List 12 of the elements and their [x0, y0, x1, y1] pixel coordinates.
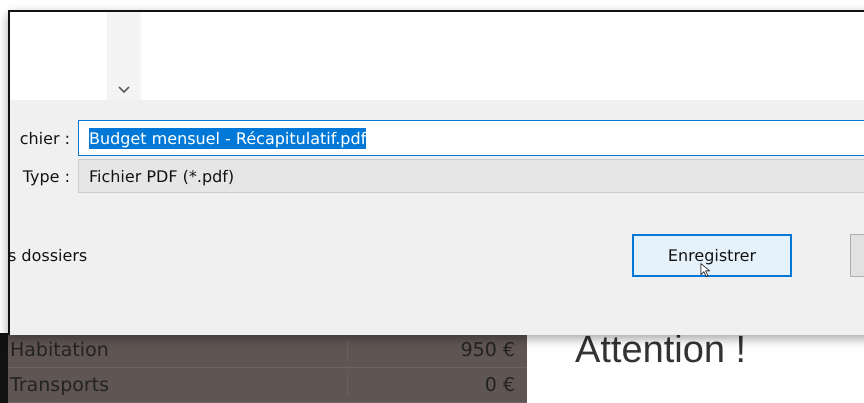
type-label: Type :: [22, 166, 70, 186]
filename-label: chier :: [18, 128, 70, 148]
table-cell: Habitation: [8, 339, 348, 361]
table-cell-text: 950 €: [460, 339, 516, 361]
filename-field[interactable]: Budget mensuel - Récapitulatif.pdf: [78, 120, 864, 156]
file-type-dropdown[interactable]: Fichier PDF (*.pdf): [78, 159, 864, 193]
table-cell-text: 0 €: [484, 374, 516, 396]
chevron-down-icon[interactable]: [118, 86, 130, 94]
notice-heading: Attention !: [574, 333, 748, 372]
save-button[interactable]: Enregistrer: [632, 234, 792, 277]
mouse-cursor-icon: [700, 263, 710, 277]
table-cell: Transports: [8, 374, 348, 396]
